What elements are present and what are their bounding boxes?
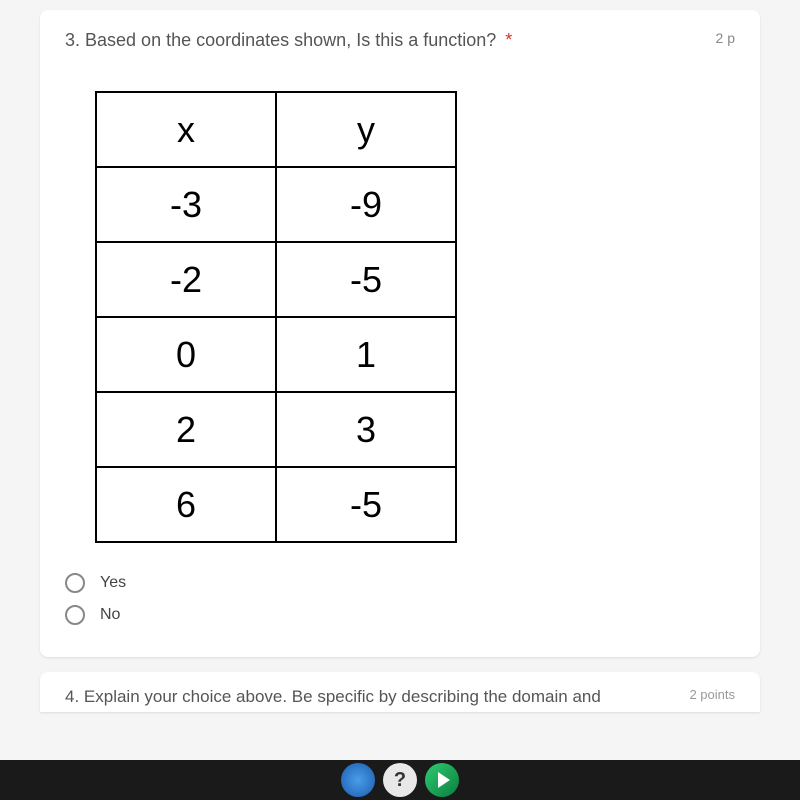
- cell-x: 0: [96, 317, 276, 392]
- option-no-label: No: [100, 606, 120, 624]
- option-no[interactable]: No: [65, 605, 735, 625]
- question-header: 3. Based on the coordinates shown, Is th…: [65, 30, 735, 51]
- table-row: -3 -9: [96, 167, 456, 242]
- option-yes[interactable]: Yes: [65, 573, 735, 593]
- cell-y: 3: [276, 392, 456, 467]
- radio-icon: [65, 605, 85, 625]
- cell-y: 1: [276, 317, 456, 392]
- question-text: 3. Based on the coordinates shown, Is th…: [65, 30, 696, 51]
- points-label: 2 p: [716, 30, 735, 46]
- cell-y: -5: [276, 242, 456, 317]
- question-3-card: 3. Based on the coordinates shown, Is th…: [40, 10, 760, 657]
- cell-x: -3: [96, 167, 276, 242]
- table-row: 6 -5: [96, 467, 456, 542]
- question-number-text: 3. Based on the coordinates shown, Is th…: [65, 30, 496, 50]
- radio-icon: [65, 573, 85, 593]
- table-row: 0 1: [96, 317, 456, 392]
- taskbar: ?: [0, 760, 800, 800]
- cell-x: 2: [96, 392, 276, 467]
- cell-y: -9: [276, 167, 456, 242]
- question-4-card: 4. Explain your choice above. Be specifi…: [40, 672, 760, 712]
- cell-y: -5: [276, 467, 456, 542]
- play-icon[interactable]: [425, 763, 459, 797]
- question-4-text: 4. Explain your choice above. Be specifi…: [65, 687, 601, 707]
- form-container: 3. Based on the coordinates shown, Is th…: [0, 0, 800, 760]
- coordinates-table: x y -3 -9 -2 -5 0 1 2 3: [95, 91, 457, 543]
- header-y: y: [276, 92, 456, 167]
- coordinates-table-container: x y -3 -9 -2 -5 0 1 2 3: [95, 91, 735, 543]
- table-header-row: x y: [96, 92, 456, 167]
- question-4-points: 2 points: [689, 687, 735, 707]
- cell-x: -2: [96, 242, 276, 317]
- cell-x: 6: [96, 467, 276, 542]
- table-row: -2 -5: [96, 242, 456, 317]
- header-x: x: [96, 92, 276, 167]
- help-icon[interactable]: ?: [383, 763, 417, 797]
- required-star-icon: *: [505, 30, 512, 50]
- table-row: 2 3: [96, 392, 456, 467]
- option-yes-label: Yes: [100, 574, 126, 592]
- taskbar-app-icon[interactable]: [341, 763, 375, 797]
- answer-options: Yes No: [65, 573, 735, 625]
